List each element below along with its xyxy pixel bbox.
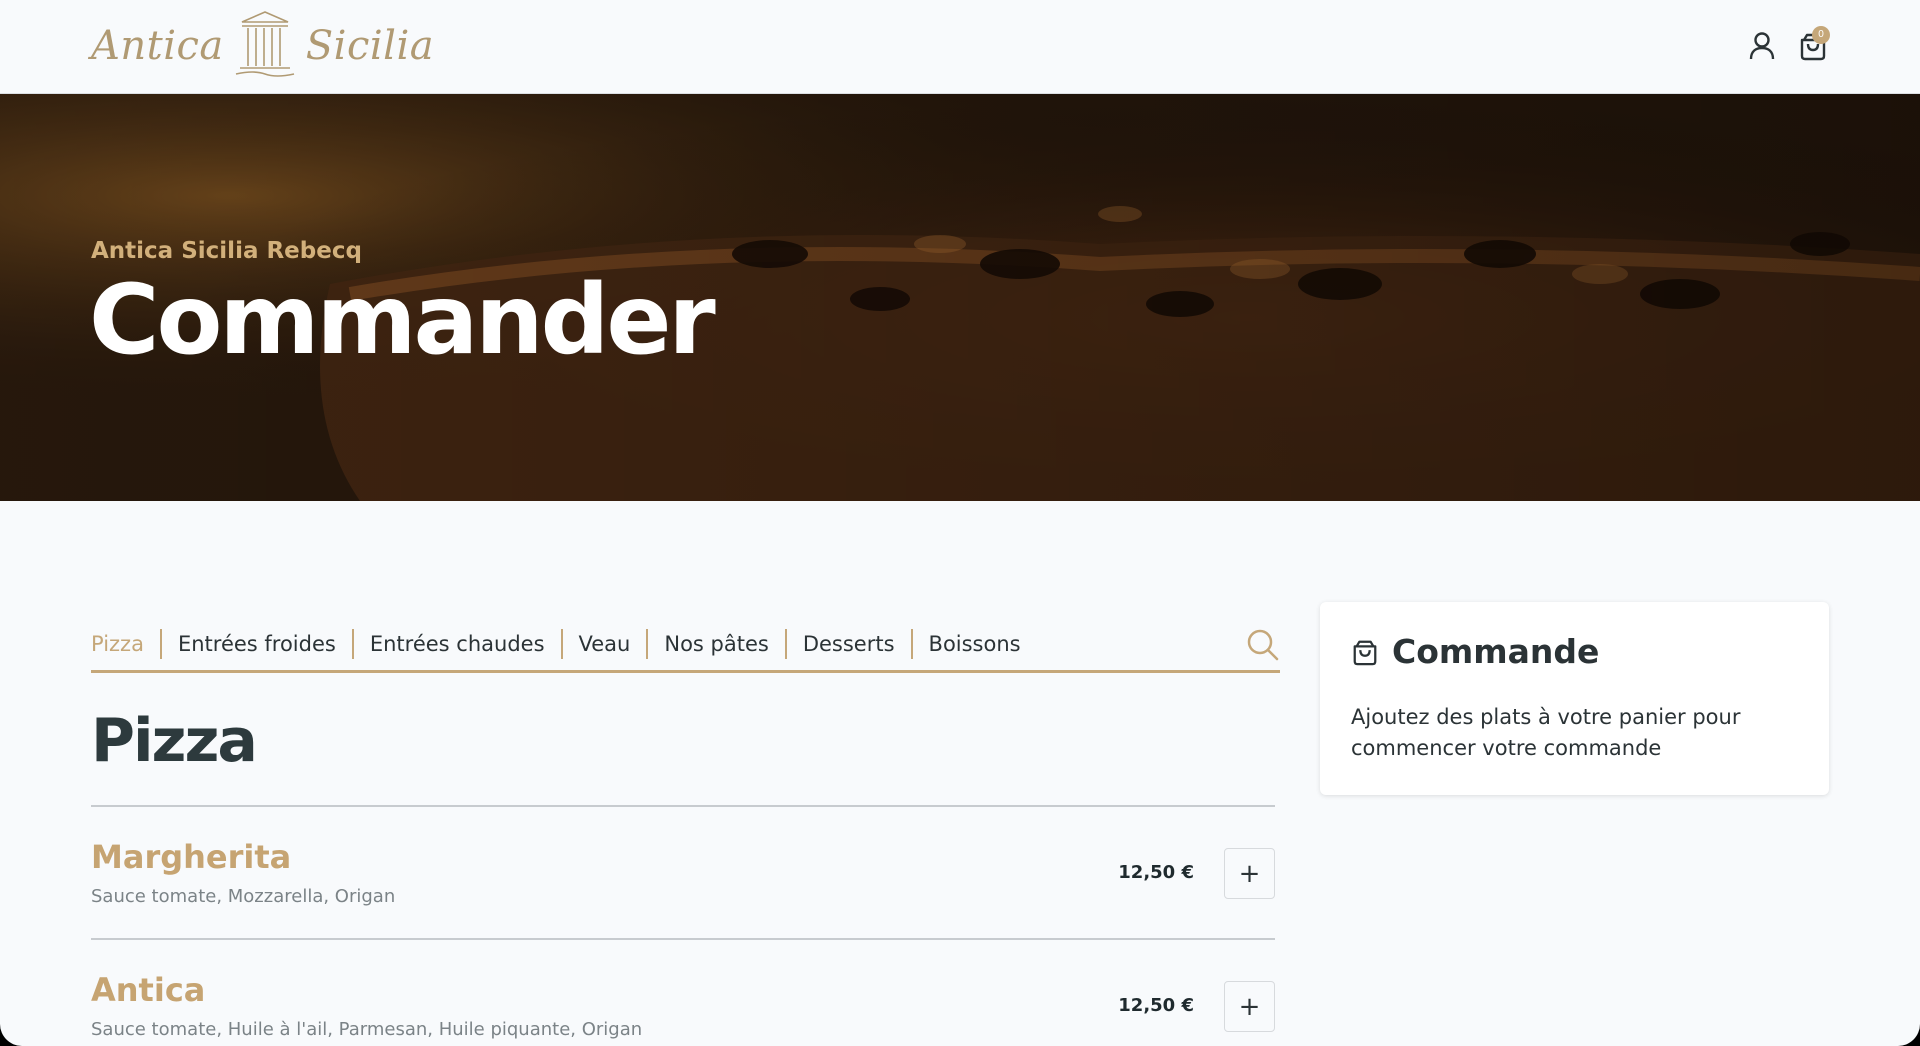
tab-pizza[interactable]: Pizza [91, 629, 160, 659]
hero-title: Commander [89, 264, 716, 376]
tab-veau[interactable]: Veau [560, 629, 647, 659]
tab-entrees-chaudes[interactable]: Entrées chaudes [351, 629, 561, 659]
cart-count-badge: 0 [1812, 26, 1830, 44]
menu-item-name: Antica [91, 971, 206, 1009]
hero-subtitle: Antica Sicilia Rebecq [91, 238, 362, 264]
menu-item-description: Sauce tomate, Mozzarella, Origan [91, 886, 396, 907]
order-summary-card: Commande Ajoutez des plats à votre panie… [1320, 602, 1829, 795]
menu-item-price: 12,50 € [1118, 862, 1194, 883]
add-to-cart-button[interactable]: + [1224, 848, 1275, 899]
page: Antica Sicilia 0 Antica Sicilia Rebecq C… [0, 0, 1920, 1046]
search-icon [1247, 629, 1279, 661]
logo-word-left: Antica [91, 23, 224, 69]
order-empty-message: Ajoutez des plats à votre panier pour co… [1351, 705, 1741, 760]
search-button[interactable] [1246, 628, 1280, 662]
top-bar: Antica Sicilia 0 [0, 0, 1920, 94]
account-button[interactable] [1742, 26, 1782, 66]
cart-button[interactable]: 0 [1793, 26, 1833, 66]
tab-nos-pates[interactable]: Nos pâtes [646, 629, 784, 659]
divider [91, 805, 1275, 807]
logo-word-right: Sicilia [305, 23, 435, 69]
add-to-cart-button[interactable]: + [1224, 981, 1275, 1032]
menu-item-name: Margherita [91, 838, 292, 876]
user-icon [1749, 32, 1775, 60]
tab-desserts[interactable]: Desserts [784, 629, 911, 659]
category-tabs: Pizza Entrées froides Entrées chaudes Ve… [91, 618, 1280, 673]
divider [91, 938, 1275, 940]
brand-logo[interactable]: Antica Sicilia [91, 8, 434, 85]
temple-icon [234, 8, 296, 85]
shopping-bag-icon [1351, 637, 1379, 672]
hero-banner: Antica Sicilia Rebecq Commander [0, 94, 1920, 501]
order-title: Commande [1392, 632, 1600, 671]
menu-item-price: 12,50 € [1118, 995, 1194, 1016]
tab-boissons[interactable]: Boissons [910, 629, 1037, 659]
section-title: Pizza [91, 706, 258, 776]
tab-entrees-froides[interactable]: Entrées froides [159, 629, 352, 659]
menu-item-description: Sauce tomate, Huile à l'ail, Parmesan, H… [91, 1019, 643, 1040]
